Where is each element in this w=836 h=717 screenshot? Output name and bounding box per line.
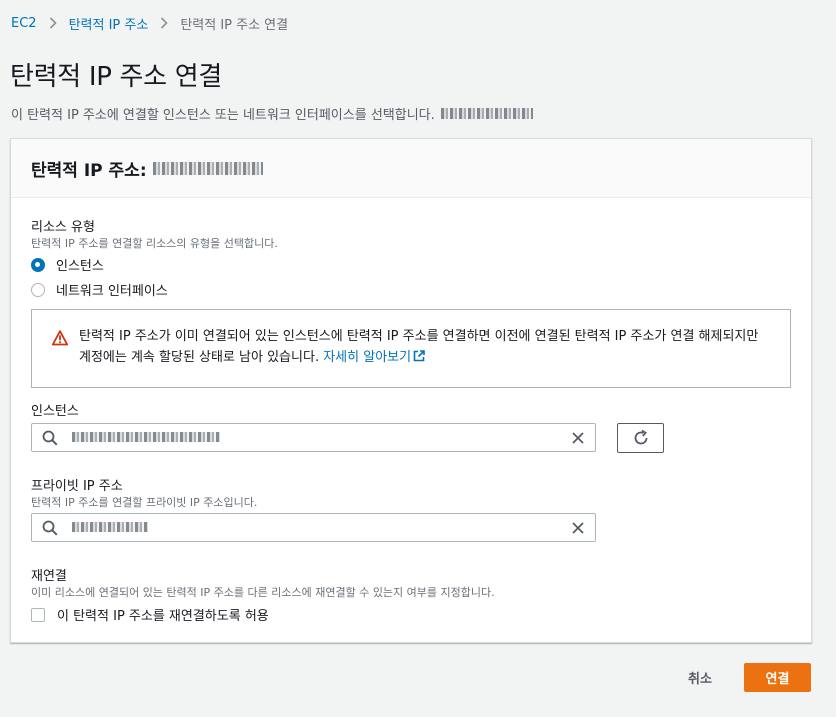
private-ip-search-input[interactable]	[31, 513, 596, 542]
learn-more-link[interactable]: 자세히 알아보기	[323, 350, 425, 365]
associate-panel: 탄력적 IP 주소: 리소스 유형 탄력적 IP 주소를 연결할 리소스의 유형…	[10, 138, 812, 643]
panel-header: 탄력적 IP 주소:	[11, 139, 811, 198]
associate-button[interactable]: 연결	[744, 663, 811, 692]
breadcrumb-current: 탄력적 IP 주소 연결	[180, 17, 289, 33]
radio-network-interface[interactable]: 네트워크 인터페이스	[31, 280, 168, 299]
warning-alert: 탄력적 IP 주소가 이미 연결되어 있는 인스턴스에 탄력적 IP 주소를 연…	[31, 309, 791, 388]
redacted-elastic-ip	[152, 161, 263, 175]
cancel-button[interactable]: 취소	[672, 663, 728, 692]
search-icon	[42, 430, 58, 446]
refresh-button[interactable]	[617, 423, 664, 453]
page-title: 탄력적 IP 주소 연결	[10, 62, 222, 92]
warning-icon	[52, 330, 68, 346]
resource-type-help: 탄력적 IP 주소를 연결할 리소스의 유형을 선택합니다.	[31, 237, 278, 250]
external-link-icon	[413, 350, 425, 362]
search-icon	[42, 520, 58, 536]
instance-label: 인스턴스	[31, 404, 79, 419]
chevron-right-icon	[49, 17, 57, 29]
radio-button[interactable]	[31, 282, 45, 297]
private-ip-help: 탄력적 IP 주소를 연결할 프라이빗 IP 주소입니다.	[31, 496, 258, 509]
clear-icon[interactable]	[571, 431, 585, 445]
reassociation-help: 이미 리소스에 연결되어 있는 탄력적 IP 주소를 다른 리소스에 재연결할 …	[31, 586, 495, 599]
chevron-right-icon	[160, 17, 168, 29]
panel-header-label: 탄력적 IP 주소:	[31, 160, 147, 181]
breadcrumb-ec2[interactable]: EC2	[11, 16, 37, 31]
reassociation-label: 재연결	[31, 569, 67, 584]
page-description: 이 탄력적 IP 주소에 연결할 인스턴스 또는 네트워크 인터페이스를 선택합…	[11, 104, 533, 123]
redacted-ip	[440, 108, 533, 119]
page-description-text: 이 탄력적 IP 주소에 연결할 인스턴스 또는 네트워크 인터페이스를 선택합…	[11, 108, 435, 123]
radio-network-interface-label: 네트워크 인터페이스	[56, 284, 168, 299]
learn-more-label: 자세히 알아보기	[323, 350, 412, 365]
radio-button-checked[interactable]	[31, 257, 45, 272]
breadcrumb: EC2 탄력적 IP 주소 탄력적 IP 주소 연결	[11, 14, 289, 33]
allow-reassociation-checkbox[interactable]: 이 탄력적 IP 주소를 재연결하도록 허용	[31, 605, 269, 624]
radio-instance[interactable]: 인스턴스	[31, 255, 104, 274]
refresh-icon	[634, 429, 647, 445]
redacted-instance-value	[72, 432, 220, 442]
redacted-private-ip-value	[72, 522, 148, 532]
radio-instance-label: 인스턴스	[56, 259, 104, 274]
instance-search-input[interactable]	[31, 423, 596, 452]
allow-reassociation-label: 이 탄력적 IP 주소를 재연결하도록 허용	[57, 609, 269, 624]
checkbox-box[interactable]	[31, 607, 45, 622]
resource-type-label: 리소스 유형	[31, 220, 95, 235]
clear-icon[interactable]	[571, 521, 585, 535]
private-ip-label: 프라이빗 IP 주소	[31, 479, 123, 494]
breadcrumb-elastic-ips[interactable]: 탄력적 IP 주소	[69, 14, 149, 33]
